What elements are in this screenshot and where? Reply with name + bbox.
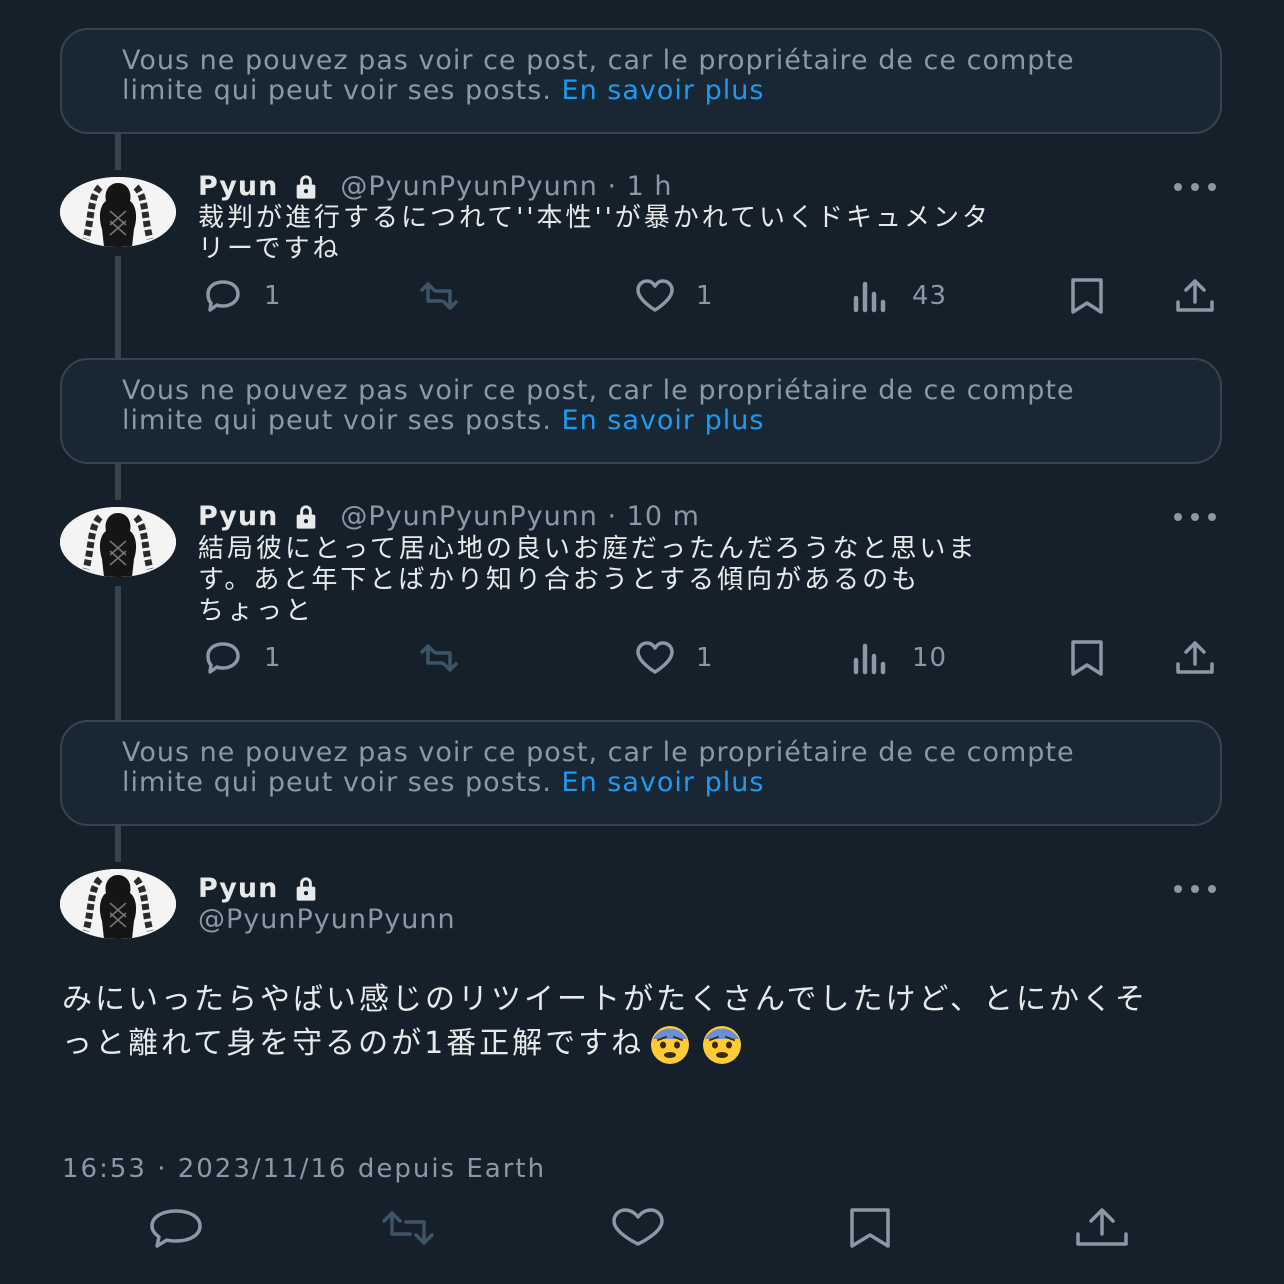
share-button[interactable] [1172, 638, 1218, 678]
learn-more-link[interactable]: En savoir plus [562, 75, 765, 106]
thread-line [115, 826, 121, 862]
handle-timestamp[interactable]: @PyunPyunPyunn · 1 h [340, 170, 672, 204]
fearful-face-emoji-icon [644, 1023, 696, 1067]
handle-timestamp[interactable]: @PyunPyunPyunn · 10 m [340, 500, 700, 534]
thread-line [115, 256, 121, 358]
thread-line [115, 586, 121, 720]
lock-icon [292, 173, 320, 201]
avatar[interactable] [60, 869, 176, 939]
post-text: みにいったらやばい感じのリツイートがたくさんでしたけど、とにかくそっと離れて身を… [62, 978, 1172, 1067]
lock-icon [292, 503, 320, 531]
learn-more-link[interactable]: En savoir plus [562, 767, 765, 798]
thread-line [115, 464, 121, 500]
main-header: Pyun [198, 872, 340, 906]
bookmark-button[interactable] [1064, 276, 1110, 316]
share-button[interactable] [1072, 1206, 1132, 1250]
avatar[interactable] [60, 177, 176, 247]
like-button[interactable]: 1 [632, 638, 714, 678]
lock-icon [292, 875, 320, 903]
share-button[interactable] [1172, 276, 1218, 316]
restricted-post-notice: Vous ne pouvez pas voir ce post, car le … [60, 28, 1222, 134]
bookmark-button[interactable] [1064, 638, 1110, 678]
thread-line [115, 134, 121, 170]
retweet-button[interactable] [416, 276, 462, 316]
display-name[interactable]: Pyun [198, 500, 278, 534]
learn-more-link[interactable]: En savoir plus [562, 405, 765, 436]
restricted-post-notice: Vous ne pouvez pas voir ce post, car le … [60, 720, 1222, 826]
fearful-face-emoji-icon [696, 1023, 748, 1067]
views-button[interactable]: 43 [848, 276, 947, 316]
views-button[interactable]: 10 [848, 638, 947, 678]
main-handle[interactable]: @PyunPyunPyunn [198, 903, 456, 937]
more-icon[interactable] [1172, 181, 1218, 193]
retweet-button[interactable] [378, 1206, 438, 1250]
retweet-button[interactable] [416, 638, 462, 678]
reply-text: 結局彼にとって居心地の良いお庭だったんだろうなと思いま す。あと年下とばかり知り… [198, 534, 978, 626]
reply-button[interactable]: 1 [200, 638, 282, 678]
post-text-body: みにいったらやばい感じのリツイートがたくさんでしたけど、とにかくそっと離れて身を… [62, 982, 1148, 1061]
like-button[interactable] [608, 1206, 668, 1250]
views-count: 10 [912, 643, 948, 673]
like-count: 1 [696, 281, 714, 311]
display-name[interactable]: Pyun [198, 170, 278, 204]
reply-button[interactable]: 1 [200, 276, 282, 316]
avatar[interactable] [60, 507, 176, 577]
more-icon[interactable] [1172, 511, 1218, 523]
more-icon[interactable] [1172, 883, 1218, 895]
like-count: 1 [696, 643, 714, 673]
reply-header: Pyun @PyunPyunPyunn · 10 m [198, 500, 700, 534]
reply-text: 裁判が進行するにつれて''本性''が暴かれていくドキュメンタ リーですね [198, 203, 992, 264]
reply-header: Pyun @PyunPyunPyunn · 1 h [198, 170, 673, 204]
bookmark-button[interactable] [840, 1206, 900, 1250]
post-timestamp[interactable]: 16:53 · 2023/11/16 depuis Earth [62, 1152, 546, 1186]
views-count: 43 [912, 281, 948, 311]
reply-count: 1 [264, 281, 282, 311]
reply-count: 1 [264, 643, 282, 673]
reply-button[interactable] [146, 1206, 206, 1250]
restricted-post-notice: Vous ne pouvez pas voir ce post, car le … [60, 358, 1222, 464]
display-name[interactable]: Pyun [198, 872, 278, 906]
like-button[interactable]: 1 [632, 276, 714, 316]
